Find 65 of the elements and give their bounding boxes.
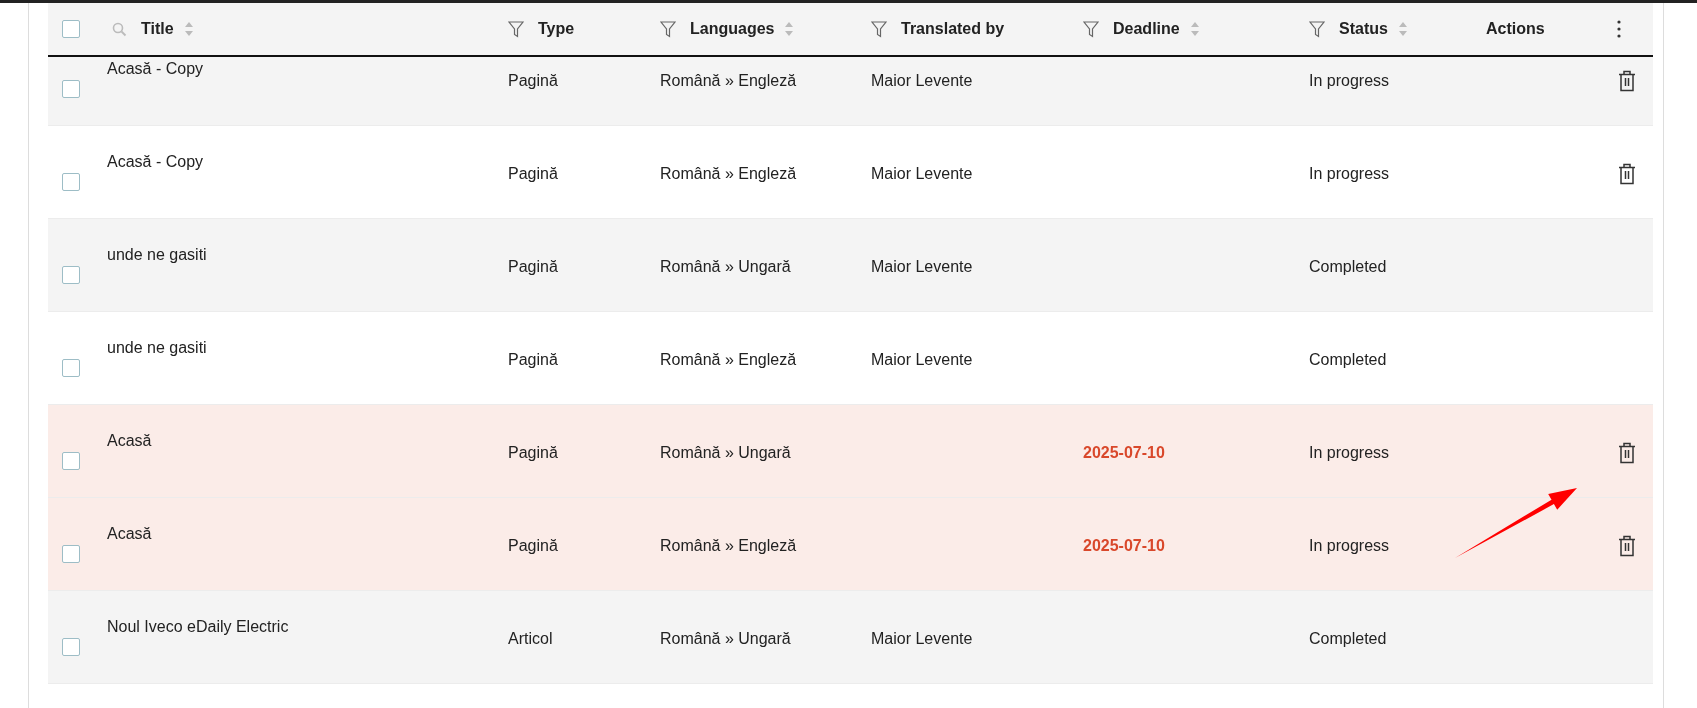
- status-cell: Completed: [1309, 258, 1387, 276]
- filter-icon[interactable]: [660, 20, 676, 38]
- trash-icon[interactable]: [1618, 442, 1636, 464]
- type-cell: Pagină: [508, 165, 558, 183]
- type-cell: Articol: [508, 630, 553, 648]
- translator-cell: Maior Levente: [871, 72, 973, 90]
- checkbox[interactable]: [62, 359, 80, 377]
- column-header[interactable]: Languages: [690, 20, 775, 38]
- status-cell: Completed: [1309, 630, 1387, 648]
- filter-icon[interactable]: [1309, 20, 1325, 38]
- status-cell: In progress: [1309, 537, 1390, 555]
- sort-icon[interactable]: [784, 21, 795, 37]
- title-cell[interactable]: Acasă - Copy: [107, 60, 204, 78]
- title-cell[interactable]: Acasă: [107, 432, 152, 450]
- filter-icon[interactable]: [871, 20, 887, 38]
- filter-icon[interactable]: [508, 20, 524, 38]
- filter-icon[interactable]: [1083, 20, 1099, 38]
- trash-icon[interactable]: [1618, 163, 1636, 185]
- more-options-icon[interactable]: [1617, 20, 1621, 38]
- type-cell: Pagină: [508, 72, 558, 90]
- status-cell: In progress: [1309, 72, 1390, 90]
- title-cell[interactable]: Acasă: [107, 525, 152, 543]
- sort-icon[interactable]: [183, 21, 194, 37]
- column-header[interactable]: Status: [1339, 20, 1388, 38]
- title-cell[interactable]: Acasă - Copy: [107, 153, 204, 171]
- column-header[interactable]: Deadline: [1113, 20, 1180, 38]
- checkbox[interactable]: [62, 173, 80, 191]
- type-cell: Pagină: [508, 258, 558, 276]
- title-cell[interactable]: Noul Iveco eDaily Electric: [107, 618, 289, 636]
- languages-cell: Română » Engleză: [660, 537, 797, 555]
- languages-cell: Română » Ungară: [660, 444, 791, 462]
- type-cell: Pagină: [508, 351, 558, 369]
- checkbox[interactable]: [62, 20, 80, 38]
- deadline-cell: 2025-07-10: [1083, 537, 1165, 555]
- title-cell[interactable]: unde ne gasiti: [107, 339, 207, 357]
- status-cell: Completed: [1309, 351, 1387, 369]
- checkbox[interactable]: [62, 638, 80, 656]
- column-header[interactable]: Actions: [1486, 20, 1545, 38]
- translator-cell: Maior Levente: [871, 351, 973, 369]
- languages-cell: Română » Ungară: [660, 630, 791, 648]
- checkbox[interactable]: [62, 452, 80, 470]
- title-cell[interactable]: unde ne gasiti: [107, 246, 207, 264]
- languages-cell: Română » Ungară: [660, 258, 791, 276]
- column-header[interactable]: Type: [538, 20, 575, 38]
- trash-icon[interactable]: [1618, 70, 1636, 92]
- status-cell: In progress: [1309, 165, 1390, 183]
- type-cell: Pagină: [508, 537, 558, 555]
- languages-cell: Română » Engleză: [660, 72, 797, 90]
- translator-cell: Maior Levente: [871, 630, 973, 648]
- sort-icon[interactable]: [1189, 21, 1200, 37]
- languages-cell: Română » Engleză: [660, 351, 797, 369]
- trash-icon[interactable]: [1618, 535, 1636, 557]
- search-icon[interactable]: [112, 21, 127, 37]
- column-header[interactable]: Translated by: [901, 20, 1005, 38]
- checkbox[interactable]: [62, 80, 80, 98]
- status-cell: In progress: [1309, 444, 1390, 462]
- checkbox[interactable]: [62, 266, 80, 284]
- deadline-cell: 2025-07-10: [1083, 444, 1165, 462]
- checkbox[interactable]: [62, 545, 80, 563]
- translator-cell: Maior Levente: [871, 165, 973, 183]
- translator-cell: Maior Levente: [871, 258, 973, 276]
- type-cell: Pagină: [508, 444, 558, 462]
- languages-cell: Română » Engleză: [660, 165, 797, 183]
- column-header[interactable]: Title: [141, 20, 174, 38]
- sort-icon[interactable]: [1397, 21, 1408, 37]
